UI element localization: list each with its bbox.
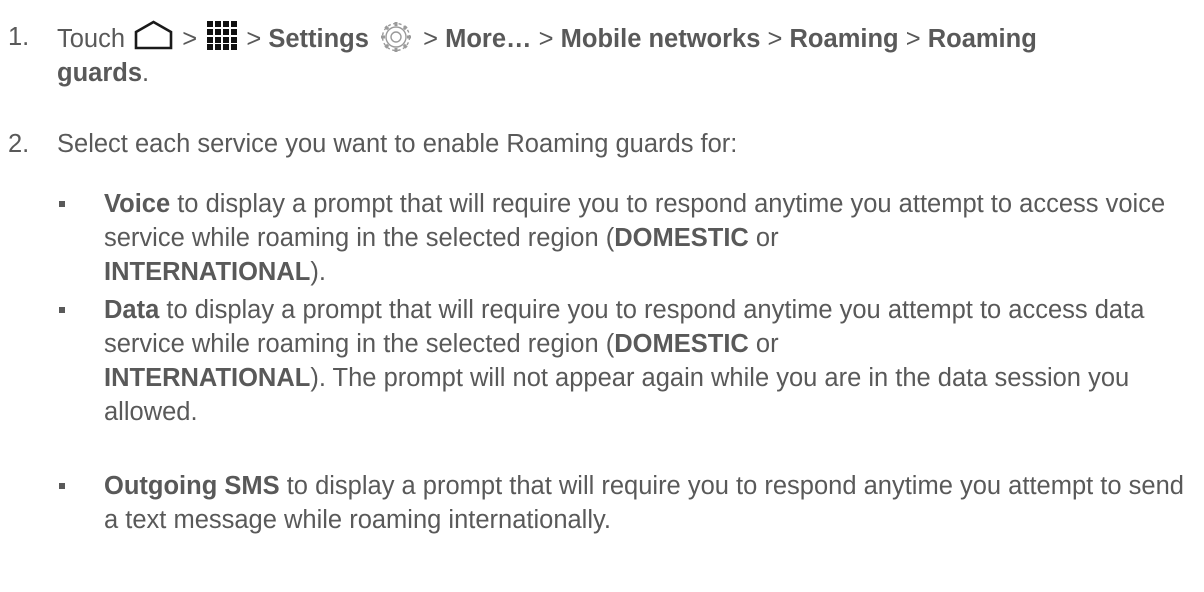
- region-domestic: DOMESTIC: [614, 224, 749, 252]
- bullet-term: Data: [104, 296, 160, 324]
- separator: >: [905, 25, 921, 53]
- step-2-text: Select each service you want to enable R…: [57, 130, 738, 158]
- bullet-desc-end: ).: [310, 258, 326, 286]
- bullet-term: Voice: [104, 190, 171, 218]
- step-1-number: 1.: [8, 23, 30, 51]
- roaming-guards-label-b: guards: [57, 59, 143, 87]
- roaming-guards-label-a: Roaming: [927, 25, 1037, 53]
- region-domestic: DOMESTIC: [614, 330, 749, 358]
- separator: >: [182, 25, 198, 53]
- bullet-data-text: Data to display a prompt that will requi…: [104, 293, 1194, 429]
- period: .: [142, 59, 150, 87]
- settings-label: Settings: [268, 25, 369, 53]
- region-international: INTERNATIONAL: [104, 364, 311, 392]
- bullet-square-icon: [59, 201, 65, 207]
- region-international: INTERNATIONAL: [104, 258, 311, 286]
- separator: >: [246, 25, 262, 53]
- roaming-label: Roaming: [789, 25, 899, 53]
- settings-gear-icon: [381, 22, 412, 52]
- or-text: or: [748, 224, 779, 252]
- step-2-number: 2.: [8, 130, 30, 158]
- step-1-text: Touch > > Settings > More… > Mobile netw…: [57, 20, 1196, 90]
- separator: >: [538, 25, 554, 53]
- bullet-voice-text: Voice to display a prompt that will requ…: [104, 187, 1194, 289]
- more-label: More…: [445, 25, 532, 53]
- bullet-square-icon: [59, 483, 65, 489]
- bullet-term: Outgoing SMS: [104, 472, 280, 500]
- separator: >: [767, 25, 783, 53]
- mobile-networks-label: Mobile networks: [560, 25, 761, 53]
- home-icon: [134, 20, 173, 50]
- apps-grid-icon: [207, 21, 238, 50]
- bullet-sms-text: Outgoing SMS to display a prompt that wi…: [104, 469, 1194, 537]
- touch-label: Touch: [57, 25, 126, 53]
- separator: >: [423, 25, 439, 53]
- or-text: or: [748, 330, 779, 358]
- bullet-square-icon: [59, 307, 65, 313]
